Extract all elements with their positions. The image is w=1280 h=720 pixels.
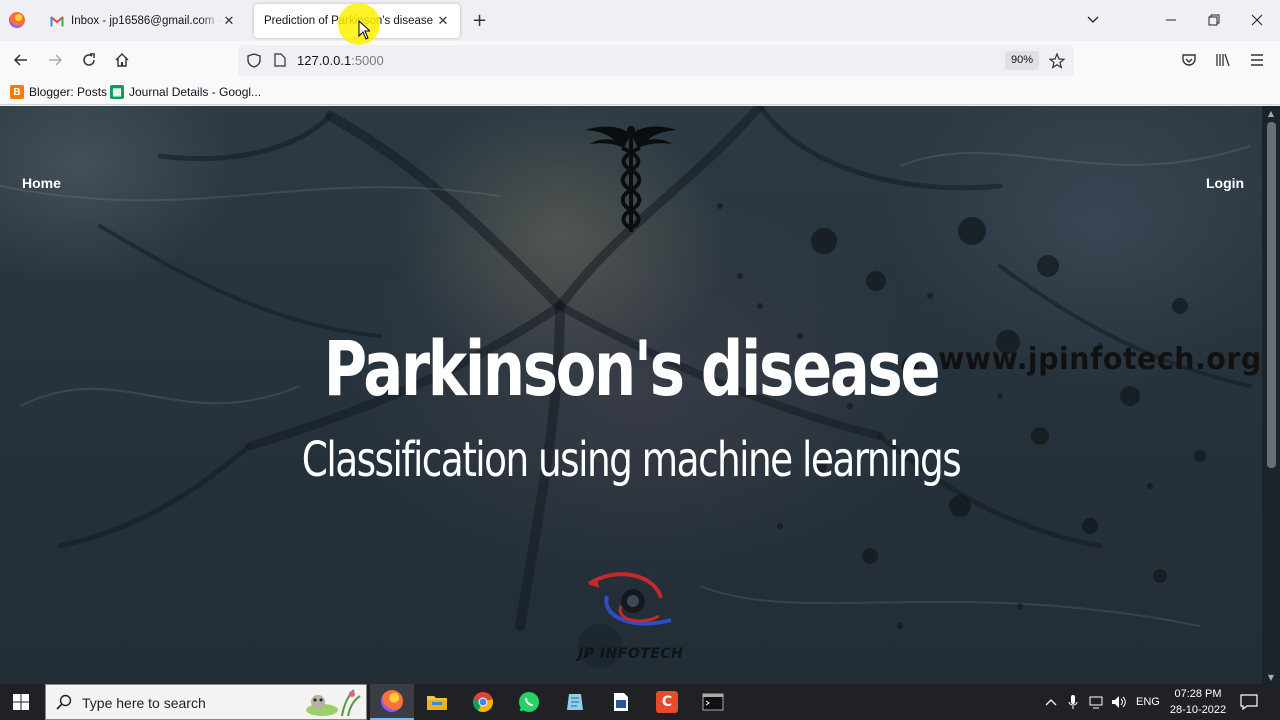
taskbar-codeigniter[interactable]: C (645, 684, 689, 720)
url-text[interactable]: 127.0.0.1:5000 (297, 53, 384, 68)
pocket-icon[interactable] (1181, 52, 1197, 68)
library-icon[interactable] (1215, 52, 1231, 68)
notification-icon[interactable] (1240, 694, 1258, 710)
terminal-icon (702, 693, 724, 711)
page-content: Home Login Parkinson's disease Classific… (0, 106, 1280, 684)
close-icon[interactable]: ✕ (436, 14, 450, 29)
caduceus-icon (585, 126, 677, 232)
search-placeholder: Type here to search (82, 695, 206, 711)
home-button[interactable] (114, 52, 130, 68)
tab-strip: Inbox - jp16586@gmail.com - Gmail ✕ Pred… (0, 0, 1280, 41)
firefox-icon[interactable] (9, 12, 25, 28)
taskbar-terminal[interactable] (691, 684, 735, 720)
url-port: :5000 (351, 53, 384, 68)
page-icon[interactable] (274, 53, 286, 67)
shield-icon[interactable] (247, 53, 261, 68)
tray-chevron-up-icon[interactable] (1045, 697, 1057, 707)
taskbar-word[interactable] (599, 684, 643, 720)
scrollbar-thumb[interactable] (1267, 122, 1276, 468)
mouse-pointer-icon (358, 20, 370, 40)
gmail-icon (50, 15, 64, 27)
forward-button[interactable] (47, 52, 63, 68)
sheets-icon: ▦ (110, 85, 124, 99)
nav-login-link[interactable]: Login (1206, 175, 1244, 191)
bookmark-journal[interactable]: ▦ Journal Details - Googl... (110, 85, 261, 99)
firefox-icon (381, 690, 403, 712)
bookmark-blogger[interactable]: B Blogger: Posts (10, 85, 107, 99)
nav-home-link[interactable]: Home (22, 175, 61, 191)
taskbar-whatsapp[interactable] (507, 684, 551, 720)
tab-gmail[interactable]: Inbox - jp16586@gmail.com - Gmail ✕ (40, 4, 246, 38)
close-icon[interactable]: ✕ (222, 14, 236, 29)
windows-taskbar: Type here to search C ENG 07:28 PM 28-10… (0, 684, 1280, 720)
taskbar-search-box[interactable]: Type here to search (45, 684, 367, 720)
tab-title: Inbox - jp16586@gmail.com - Gmail (71, 15, 222, 27)
page-subtitle: Classification using machine learnings (301, 432, 962, 488)
chevron-down-icon[interactable] (1086, 13, 1100, 27)
url-host: 127.0.0.1 (297, 53, 352, 68)
restore-button[interactable] (1208, 14, 1220, 26)
word-icon (614, 693, 628, 711)
clock-time: 07:28 PM (1174, 688, 1222, 700)
star-icon[interactable] (1049, 53, 1065, 69)
new-tab-button[interactable]: + (472, 10, 487, 31)
zoom-badge[interactable]: 90% (1005, 51, 1040, 70)
whatsapp-icon (519, 692, 539, 712)
watermark-text: www.jpinfotech.org (938, 342, 1262, 377)
language-indicator[interactable]: ENG (1136, 684, 1160, 720)
back-button[interactable] (13, 52, 29, 68)
taskbar-notepad[interactable] (553, 684, 597, 720)
reload-button[interactable] (81, 52, 97, 68)
search-highlight-illustration-icon (306, 689, 361, 717)
clock-date: 28-10-2022 (1169, 704, 1227, 716)
codeigniter-icon: C (656, 691, 678, 713)
taskbar-firefox[interactable] (370, 684, 414, 720)
navigation-toolbar: 127.0.0.1:5000 90% (0, 41, 1280, 80)
chrome-icon (473, 692, 493, 713)
minimize-button[interactable] (1165, 14, 1177, 26)
jp-infotech-logo-text: JP INFOTECH (578, 646, 684, 662)
menu-icon[interactable] (1250, 53, 1264, 67)
scroll-up-icon[interactable]: ▲ (1266, 109, 1276, 118)
taskbar-file-explorer[interactable] (415, 684, 459, 720)
microphone-icon[interactable] (1068, 694, 1078, 710)
windows-start-icon[interactable] (13, 694, 29, 710)
url-bar[interactable]: 127.0.0.1:5000 90% (238, 45, 1074, 76)
notepad-icon (567, 694, 583, 710)
bookmark-label: Blogger: Posts (29, 85, 108, 99)
taskbar-chrome[interactable] (461, 684, 505, 720)
search-icon (56, 694, 72, 710)
bookmarks-toolbar: B Blogger: Posts ▦ Journal Details - Goo… (0, 80, 1280, 105)
volume-icon[interactable] (1111, 695, 1127, 709)
file-explorer-icon (427, 696, 447, 710)
close-window-button[interactable] (1251, 14, 1263, 26)
taskbar-clock[interactable]: 07:28 PM 28-10-2022 (1168, 686, 1228, 718)
blogger-icon: B (10, 85, 24, 99)
network-icon[interactable] (1089, 695, 1105, 709)
scroll-down-icon[interactable]: ▼ (1266, 673, 1276, 682)
bookmark-label: Journal Details - Googl... (129, 85, 262, 99)
scrollbar[interactable]: ▲ ▼ (1262, 106, 1280, 684)
